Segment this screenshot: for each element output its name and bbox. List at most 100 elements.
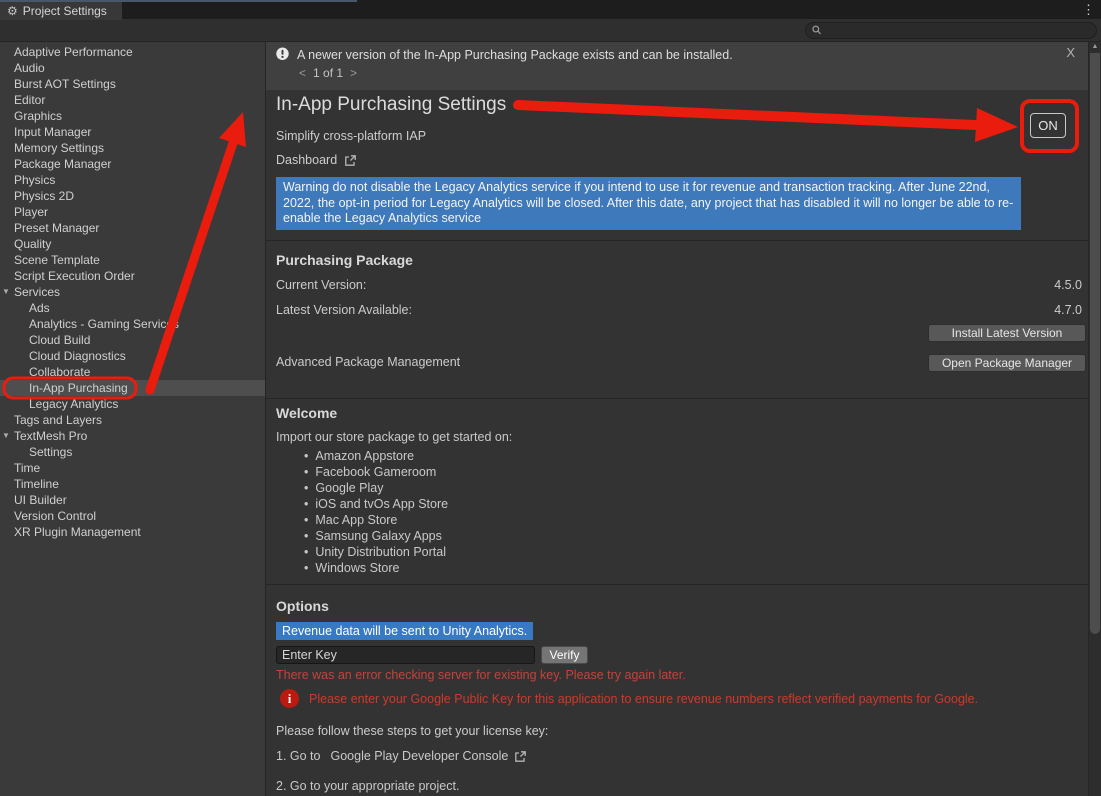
google-key-notice-row: i Please enter your Google Public Key fo… xyxy=(280,687,978,708)
external-link-icon xyxy=(344,154,357,167)
sidebar-item[interactable]: Settings xyxy=(0,444,265,460)
sidebar-item[interactable]: Audio xyxy=(0,60,265,76)
google-play-console-link[interactable]: Google Play Developer Console xyxy=(330,749,508,763)
sidebar-item[interactable]: Burst AOT Settings xyxy=(0,76,265,92)
open-package-manager-button[interactable]: Open Package Manager xyxy=(928,354,1086,372)
google-key-input[interactable] xyxy=(276,646,535,664)
sidebar-item[interactable]: Collaborate xyxy=(0,364,265,380)
sidebar-item[interactable]: Graphics xyxy=(0,108,265,124)
sidebar-item[interactable]: Editor xyxy=(0,92,265,108)
section-divider xyxy=(266,398,1088,399)
latest-version-row: Latest Version Available: 4.7.0 xyxy=(276,303,1082,317)
store-list-item: iOS and tvOs App Store xyxy=(304,496,448,512)
update-notification-banner: A newer version of the In-App Purchasing… xyxy=(266,42,1088,90)
install-latest-version-button[interactable]: Install Latest Version xyxy=(928,324,1086,342)
sidebar-item[interactable]: Package Manager xyxy=(0,156,265,172)
store-list-item: Mac App Store xyxy=(304,512,448,528)
sidebar-item[interactable]: Scene Template xyxy=(0,252,265,268)
store-list-item: Unity Distribution Portal xyxy=(304,544,448,560)
search-box[interactable] xyxy=(805,22,1097,39)
key-error-message: There was an error checking server for e… xyxy=(276,668,686,682)
banner-message: A newer version of the In-App Purchasing… xyxy=(297,48,733,62)
store-list: Amazon Appstore Facebook Gameroom Google… xyxy=(304,448,448,576)
sidebar-item[interactable]: Tags and Layers xyxy=(0,412,265,428)
sidebar-item[interactable]: Adaptive Performance xyxy=(0,44,265,60)
tab-project-settings[interactable]: ⚙ Project Settings xyxy=(0,1,122,20)
dashboard-link[interactable]: Dashboard xyxy=(276,153,357,167)
sidebar-item[interactable]: Preset Manager xyxy=(0,220,265,236)
dashboard-label: Dashboard xyxy=(276,153,337,167)
sidebar-item[interactable]: Memory Settings xyxy=(0,140,265,156)
vertical-scrollbar: ▲ xyxy=(1088,42,1101,796)
settings-toolbar xyxy=(0,19,1101,42)
step1-row: 1. Go to Google Play Developer Console xyxy=(276,749,527,763)
step1-prefix: 1. Go to xyxy=(276,749,320,763)
subtitle: Simplify cross-platform IAP xyxy=(276,129,426,143)
tab-title: Project Settings xyxy=(23,4,107,18)
store-list-item: Samsung Galaxy Apps xyxy=(304,528,448,544)
sidebar-item[interactable]: Physics 2D xyxy=(0,188,265,204)
step2-text: 2. Go to your appropriate project. xyxy=(276,779,459,793)
sidebar-item[interactable]: UI Builder xyxy=(0,492,265,508)
google-key-notice: Please enter your Google Public Key for … xyxy=(309,687,978,706)
pager-prev-button[interactable]: < xyxy=(299,66,306,80)
sidebar-item-textmesh-pro[interactable]: TextMesh Pro xyxy=(0,428,265,444)
sidebar-item[interactable]: Player xyxy=(0,204,265,220)
sidebar-item-services[interactable]: Services xyxy=(0,284,265,300)
error-info-icon: i xyxy=(280,689,299,708)
sidebar-item[interactable]: Quality xyxy=(0,236,265,252)
sidebar-item[interactable]: Cloud Build xyxy=(0,332,265,348)
revenue-note-highlight: Revenue data will be sent to Unity Analy… xyxy=(276,622,533,640)
verify-button[interactable]: Verify xyxy=(541,646,588,664)
key-entry-row: Verify xyxy=(276,646,588,664)
kebab-menu-icon[interactable]: ⋮ xyxy=(1082,1,1095,18)
current-version-row: Current Version: 4.5.0 xyxy=(276,278,1082,292)
advanced-package-label: Advanced Package Management xyxy=(276,355,460,369)
console-warning-icon xyxy=(275,47,290,62)
legacy-analytics-warning: Warning do not disable the Legacy Analyt… xyxy=(276,177,1021,230)
welcome-intro: Import our store package to get started … xyxy=(276,430,512,444)
sidebar-item[interactable]: Input Manager xyxy=(0,124,265,140)
close-icon[interactable]: X xyxy=(1066,45,1075,60)
settings-content: A newer version of the In-App Purchasing… xyxy=(266,42,1088,796)
sidebar-item[interactable]: Time xyxy=(0,460,265,476)
sidebar-item[interactable]: Physics xyxy=(0,172,265,188)
search-input[interactable] xyxy=(826,23,1091,37)
search-icon xyxy=(812,25,822,35)
latest-version-label: Latest Version Available: xyxy=(276,303,412,317)
current-version-value: 4.5.0 xyxy=(1054,278,1082,292)
sidebar-item-in-app-purchasing[interactable]: In-App Purchasing xyxy=(0,380,265,396)
sidebar-item[interactable]: Analytics - Gaming Services xyxy=(0,316,265,332)
window-tab-bar: ⚙ Project Settings ⋮ xyxy=(0,0,1101,19)
sidebar-item[interactable]: Ads xyxy=(0,300,265,316)
sidebar-item[interactable]: Cloud Diagnostics xyxy=(0,348,265,364)
store-list-item: Amazon Appstore xyxy=(304,448,448,464)
purchasing-package-heading: Purchasing Package xyxy=(276,252,413,268)
banner-pager: < 1 of 1 > xyxy=(299,66,357,80)
section-divider xyxy=(266,584,1088,585)
store-list-item: Facebook Gameroom xyxy=(304,464,448,480)
iap-on-toggle[interactable]: ON xyxy=(1030,113,1066,138)
gear-icon: ⚙ xyxy=(7,5,18,17)
latest-version-value: 4.7.0 xyxy=(1054,303,1082,317)
project-settings-window: ⚙ Project Settings ⋮ Adaptive Performanc… xyxy=(0,0,1101,796)
sidebar-item[interactable]: Timeline xyxy=(0,476,265,492)
sidebar-item[interactable]: Legacy Analytics xyxy=(0,396,265,412)
sidebar-item[interactable]: XR Plugin Management xyxy=(0,524,265,540)
steps-intro: Please follow these steps to get your li… xyxy=(276,724,548,738)
scroll-up-icon[interactable]: ▲ xyxy=(1089,43,1101,50)
pager-text: 1 of 1 xyxy=(313,66,343,80)
page-title: In-App Purchasing Settings xyxy=(276,94,506,116)
pager-next-button[interactable]: > xyxy=(350,66,357,80)
welcome-heading: Welcome xyxy=(276,405,337,421)
scrollbar-thumb[interactable] xyxy=(1090,53,1100,634)
sidebar-item[interactable]: Script Execution Order xyxy=(0,268,265,284)
store-list-item: Google Play xyxy=(304,480,448,496)
options-heading: Options xyxy=(276,598,329,614)
external-link-icon xyxy=(514,750,527,763)
sidebar-item[interactable]: Version Control xyxy=(0,508,265,524)
current-version-label: Current Version: xyxy=(276,278,366,292)
store-list-item: Windows Store xyxy=(304,560,448,576)
settings-sidebar: Adaptive Performance Audio Burst AOT Set… xyxy=(0,42,266,796)
section-divider xyxy=(266,240,1088,241)
